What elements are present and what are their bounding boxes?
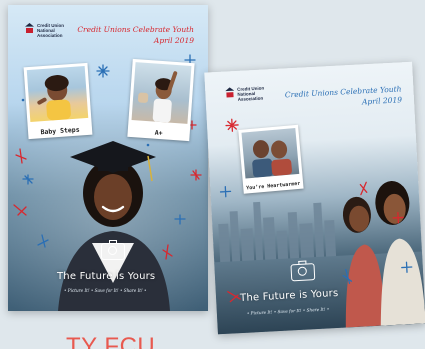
- headline: The Future is Yours: [57, 271, 156, 282]
- poster-title: Credit Unions Celebrate Youth: [77, 25, 194, 34]
- photo-classroom: [131, 62, 192, 124]
- capitol-logo-icon: [25, 23, 34, 33]
- poster-right: Credit Union National Association Credit…: [204, 61, 425, 335]
- camera-icon: [290, 263, 316, 282]
- capitol-logo-icon: [225, 87, 235, 97]
- cuna-logo: Credit Union National Association: [25, 23, 64, 38]
- tagline: • Picture It! • Save for It! • Share It!…: [64, 288, 147, 293]
- polaroid-heartwarmer: You’re Heartwarmer: [238, 124, 304, 194]
- stage: Credit Union National Association Credit…: [0, 0, 425, 349]
- cuna-logo: Credit Union National Association: [225, 86, 265, 103]
- photo-child: [26, 66, 89, 122]
- logo-line: Association: [37, 33, 63, 38]
- brand-text-fragment: TY FCU: [66, 335, 156, 349]
- child-figure: [37, 75, 71, 121]
- poster-left: Credit Union National Association Credit…: [8, 5, 208, 311]
- camera-icon: [101, 240, 125, 260]
- family-figures: [252, 140, 292, 178]
- poster-date: April 2019: [153, 36, 194, 45]
- graduate-figure: [58, 141, 170, 311]
- classroom-figure: [137, 71, 178, 123]
- photo-family: [241, 128, 300, 179]
